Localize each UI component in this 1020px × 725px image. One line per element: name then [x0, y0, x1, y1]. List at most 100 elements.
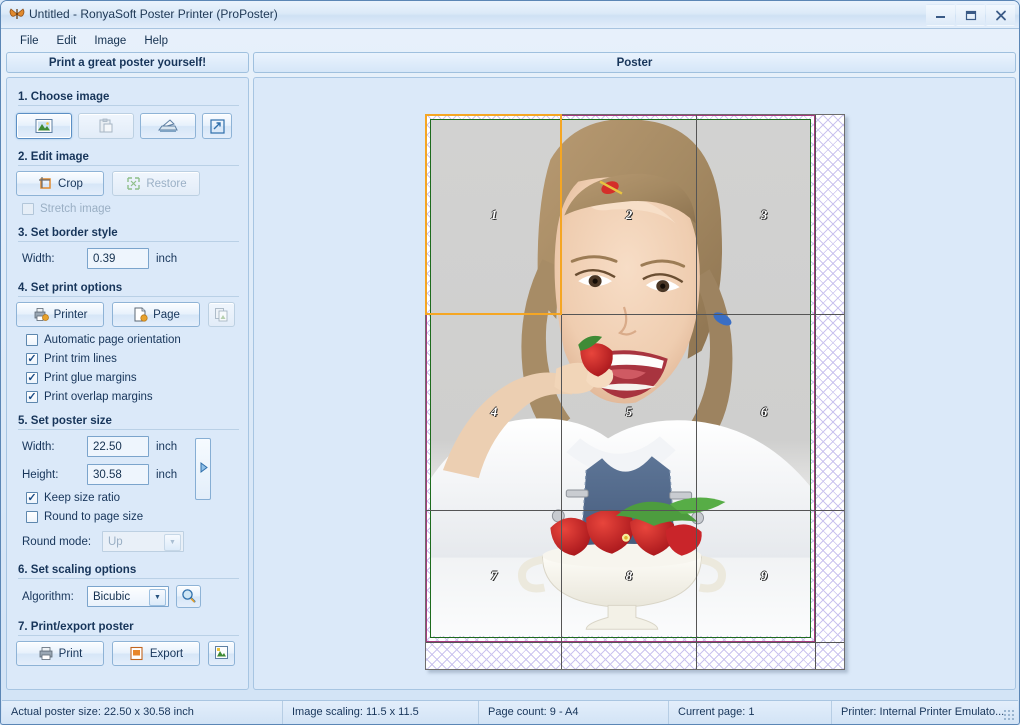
printer-settings-label: Printer — [54, 309, 88, 321]
crop-icon — [37, 176, 53, 192]
print-glue-margins-box: ✓ — [26, 372, 38, 384]
section-title-border-style: 3. Set border style — [18, 227, 239, 239]
status-actual-poster-size: Actual poster size: 22.50 x 30.58 inch — [2, 701, 283, 724]
algorithm-value: Bicubic — [93, 591, 130, 603]
border-width-label: Width: — [16, 253, 87, 265]
print-glue-margins-checkbox[interactable]: ✓ Print glue margins — [26, 372, 239, 384]
export-button[interactable]: Export — [112, 641, 200, 666]
border-width-input[interactable] — [87, 248, 149, 269]
close-button[interactable] — [986, 4, 1015, 26]
maximize-button[interactable] — [956, 4, 985, 26]
auto-page-orientation-checkbox[interactable]: ✓ Automatic page orientation — [26, 334, 239, 346]
image-export-button[interactable] — [208, 641, 235, 666]
print-trim-lines-label: Print trim lines — [44, 353, 117, 365]
section-title-scaling-options: 6. Set scaling options — [18, 564, 239, 576]
selected-page-outline[interactable] — [425, 114, 562, 315]
title-bar: Untitled - RonyaSoft Poster Printer (Pro… — [1, 1, 1019, 29]
section-title-edit-image: 2. Edit image — [18, 151, 239, 163]
round-to-page-size-label: Round to page size — [44, 511, 143, 523]
restore-button[interactable]: Restore — [112, 171, 200, 196]
menu-edit[interactable]: Edit — [48, 33, 86, 49]
menu-help[interactable]: Help — [135, 33, 177, 49]
printer-settings-icon — [33, 307, 49, 323]
page-number: 9 — [761, 568, 768, 584]
magnifier-icon — [181, 588, 196, 606]
paste-image-button[interactable] — [78, 113, 134, 139]
print-overlap-margins-label: Print overlap margins — [44, 391, 153, 403]
steps-panel: 1. Choose image — [6, 77, 249, 690]
keep-size-ratio-label: Keep size ratio — [44, 492, 120, 504]
page-settings-button[interactable]: Page — [112, 302, 200, 327]
butterfly-icon — [8, 6, 25, 23]
print-overlap-margins-checkbox[interactable]: ✓ Print overlap margins — [26, 391, 239, 403]
external-image-button[interactable] — [202, 113, 232, 139]
auto-page-orientation-box: ✓ — [26, 334, 38, 346]
round-to-page-size-box: ✓ — [26, 511, 38, 523]
poster-header: Poster — [253, 52, 1016, 73]
page-settings-label: Page — [153, 309, 180, 321]
page-number: 2 — [626, 207, 633, 223]
page-number: 6 — [761, 404, 768, 420]
grid-line-vertical-right — [815, 115, 816, 669]
expand-arrow-icon — [199, 462, 208, 476]
print-trim-lines-box: ✓ — [26, 353, 38, 365]
poster-height-unit: inch — [156, 469, 177, 481]
round-to-page-size-checkbox[interactable]: ✓ Round to page size — [26, 511, 239, 523]
menu-file[interactable]: File — [11, 33, 48, 49]
auto-page-orientation-label: Automatic page orientation — [44, 334, 181, 346]
stretch-image-checkbox-box: ✓ — [22, 203, 34, 215]
poster-sheet[interactable]: 1 2 3 4 5 6 7 8 9 — [425, 114, 845, 670]
export-icon — [129, 646, 145, 662]
status-current-page: Current page: 1 — [669, 701, 832, 724]
poster-area: Poster — [253, 52, 1016, 691]
keep-size-ratio-box: ✓ — [26, 492, 38, 504]
round-mode-value: Up — [108, 536, 123, 548]
promo-banner: Print a great poster yourself! — [6, 52, 249, 73]
restore-button-label: Restore — [146, 178, 186, 190]
chevron-down-icon: ▼ — [149, 589, 166, 606]
poster-preview-canvas[interactable]: 1 2 3 4 5 6 7 8 9 — [253, 77, 1016, 690]
border-width-unit: inch — [156, 253, 177, 265]
section-title-print-export: 7. Print/export poster — [18, 621, 239, 633]
crop-button[interactable]: Crop — [16, 171, 104, 196]
section-title-print-options: 4. Set print options — [18, 282, 239, 294]
print-trim-lines-checkbox[interactable]: ✓ Print trim lines — [26, 353, 239, 365]
printer-icon — [38, 646, 54, 662]
grid-line-horizontal-2 — [426, 510, 844, 511]
print-glue-margins-label: Print glue margins — [44, 372, 137, 384]
restore-icon — [125, 176, 141, 192]
printer-settings-button[interactable]: Printer — [16, 302, 104, 327]
status-bar: Actual poster size: 22.50 x 30.58 inch I… — [2, 700, 1018, 723]
poster-height-input[interactable] — [87, 464, 149, 485]
grid-line-vertical-2 — [696, 115, 697, 669]
size-link-button[interactable] — [195, 438, 211, 500]
resize-grip-icon[interactable] — [1003, 709, 1015, 721]
stretch-image-checkbox[interactable]: ✓ Stretch image — [22, 203, 239, 215]
grid-line-horizontal-3 — [426, 642, 844, 643]
round-mode-label: Round mode: — [16, 536, 102, 548]
print-button[interactable]: Print — [16, 641, 104, 666]
scaling-preview-button[interactable] — [176, 585, 201, 608]
round-mode-select[interactable]: Up ▼ — [102, 531, 184, 552]
left-panel: Print a great poster yourself! 1. Choose… — [6, 52, 249, 691]
status-page-count: Page count: 9 - A4 — [479, 701, 669, 724]
page-number: 3 — [761, 207, 768, 223]
poster-width-label: Width: — [16, 441, 87, 453]
page-copy-button[interactable] — [208, 302, 235, 327]
poster-height-label: Height: — [16, 469, 87, 481]
section-title-poster-size: 5. Set poster size — [18, 415, 239, 427]
scan-image-button[interactable] — [140, 113, 196, 139]
poster-width-input[interactable] — [87, 436, 149, 457]
open-image-button[interactable] — [16, 113, 72, 139]
status-image-scaling: Image scaling: 11.5 x 11.5 — [283, 701, 479, 724]
window-title: Untitled - RonyaSoft Poster Printer (Pro… — [29, 7, 278, 21]
minimize-button[interactable] — [926, 4, 955, 26]
page-settings-icon — [132, 307, 148, 323]
algorithm-select[interactable]: Bicubic ▼ — [87, 586, 169, 607]
algorithm-label: Algorithm: — [16, 591, 87, 603]
window-controls — [926, 4, 1015, 26]
menu-bar: File Edit Image Help — [1, 30, 1019, 51]
page-number: 4 — [491, 404, 498, 420]
page-number: 7 — [491, 568, 498, 584]
menu-image[interactable]: Image — [85, 33, 135, 49]
